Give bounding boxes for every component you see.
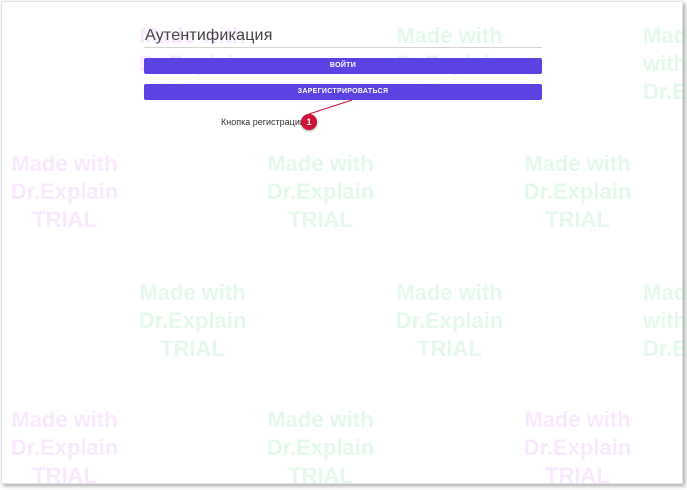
callout-label: Кнопка регистрации [221,117,305,127]
callout-number-badge: 1 [301,114,317,130]
callout-leader-line [308,99,353,115]
